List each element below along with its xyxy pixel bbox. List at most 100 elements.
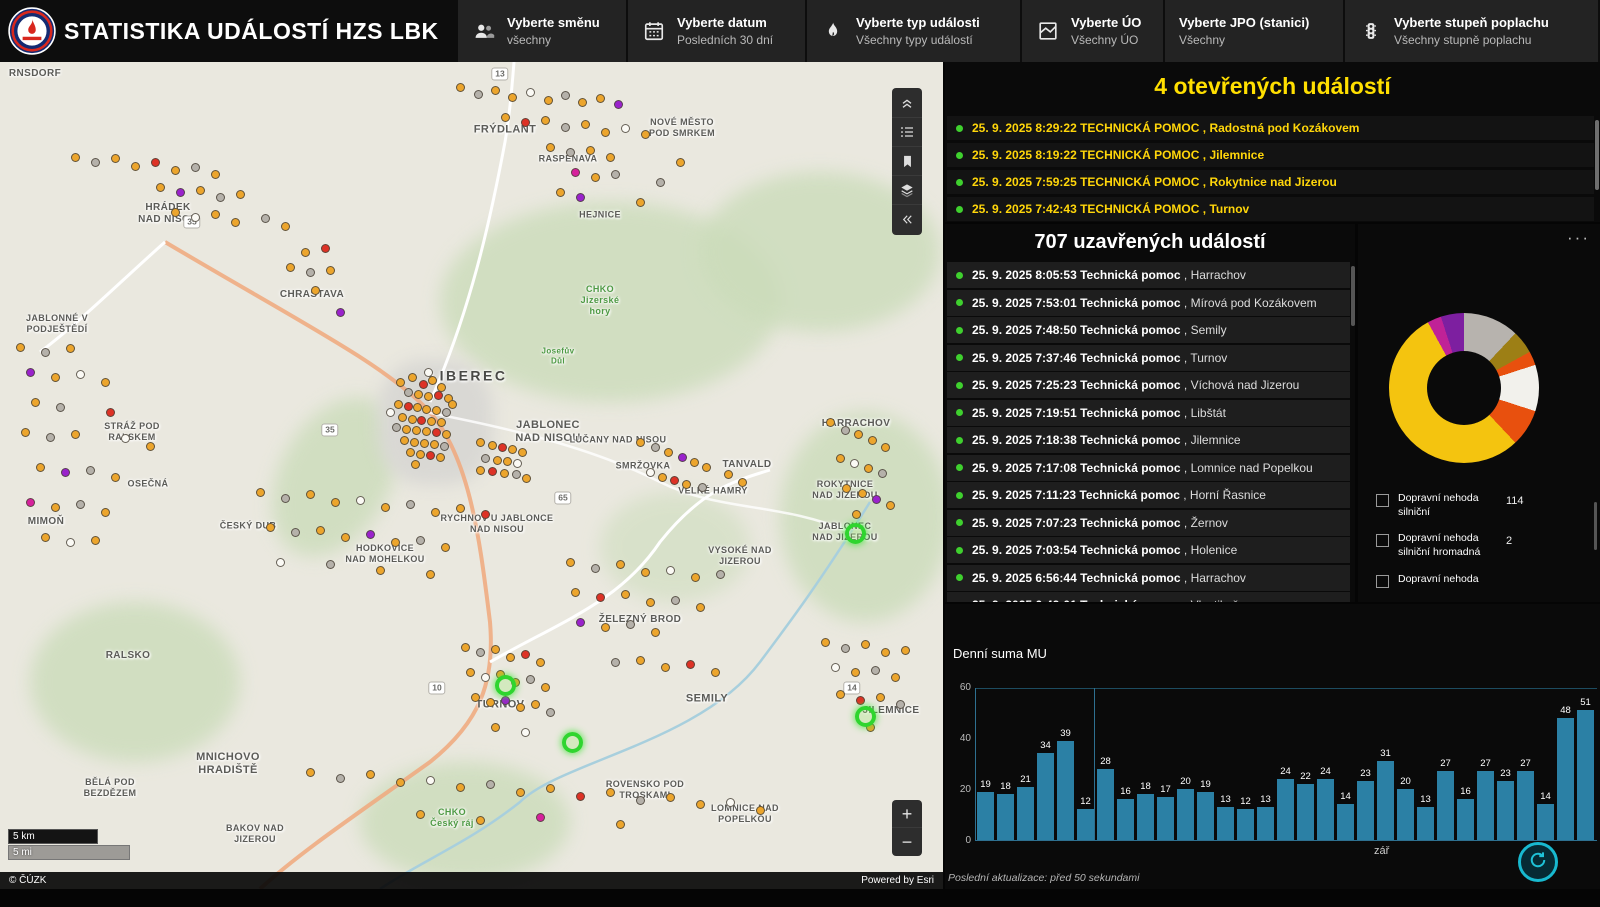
event-marker[interactable] (566, 148, 575, 157)
event-marker[interactable] (508, 93, 517, 102)
event-marker[interactable] (432, 406, 441, 415)
event-marker[interactable] (872, 495, 881, 504)
event-marker[interactable] (636, 438, 645, 447)
event-marker[interactable] (591, 564, 600, 573)
event-marker[interactable] (426, 776, 435, 785)
event-marker[interactable] (471, 693, 480, 702)
event-marker[interactable] (691, 573, 700, 582)
event-marker[interactable] (836, 454, 845, 463)
event-marker[interactable] (326, 560, 335, 569)
event-marker[interactable] (671, 596, 680, 605)
event-marker[interactable] (626, 620, 635, 629)
event-marker[interactable] (427, 417, 436, 426)
event-marker[interactable] (402, 425, 411, 434)
event-marker[interactable] (156, 183, 165, 192)
list-item[interactable]: 25. 9. 2025 7:07:23 Technická pomoc , Že… (947, 510, 1350, 536)
daily-sum-bar[interactable]: 27 (1437, 771, 1454, 840)
event-marker[interactable] (101, 378, 110, 387)
event-marker[interactable] (71, 153, 80, 162)
event-marker[interactable] (526, 88, 535, 97)
event-marker[interactable] (400, 436, 409, 445)
event-marker[interactable] (591, 173, 600, 182)
open-events-scrollbar[interactable] (1595, 120, 1599, 190)
event-marker[interactable] (396, 378, 405, 387)
event-marker[interactable] (686, 660, 695, 669)
event-marker[interactable] (416, 450, 425, 459)
event-marker[interactable] (656, 178, 665, 187)
event-marker[interactable] (546, 708, 555, 717)
event-marker[interactable] (756, 806, 765, 815)
event-marker[interactable] (821, 638, 830, 647)
event-marker[interactable] (696, 603, 705, 612)
event-marker[interactable] (621, 124, 630, 133)
event-marker[interactable] (331, 498, 340, 507)
event-marker[interactable] (886, 501, 895, 510)
event-marker[interactable] (51, 503, 60, 512)
event-marker[interactable] (864, 464, 873, 473)
event-marker[interactable] (536, 813, 545, 822)
event-marker[interactable] (491, 645, 500, 654)
daily-sum-bar[interactable]: 51 (1577, 710, 1594, 840)
event-marker[interactable] (641, 568, 650, 577)
event-marker[interactable] (419, 380, 428, 389)
event-marker[interactable] (724, 470, 733, 479)
daily-sum-bar[interactable]: 14 (1537, 804, 1554, 840)
event-marker[interactable] (666, 793, 675, 802)
event-marker[interactable] (281, 222, 290, 231)
event-marker[interactable] (461, 643, 470, 652)
event-marker[interactable] (440, 442, 449, 451)
event-marker[interactable] (501, 113, 510, 122)
daily-sum-bar[interactable]: 24 (1317, 779, 1334, 840)
event-marker[interactable] (711, 668, 720, 677)
daily-sum-bar[interactable]: 17 (1157, 797, 1174, 840)
daily-sum-bar[interactable]: 27 (1477, 771, 1494, 840)
event-marker[interactable] (601, 623, 610, 632)
event-marker[interactable] (614, 100, 623, 109)
event-marker[interactable] (891, 673, 900, 682)
event-marker[interactable] (498, 443, 507, 452)
event-marker[interactable] (636, 656, 645, 665)
event-marker[interactable] (726, 798, 735, 807)
event-marker[interactable] (571, 588, 580, 597)
event-type-donut-chart[interactable] (1389, 313, 1539, 463)
event-marker[interactable] (586, 146, 595, 155)
event-marker[interactable] (486, 698, 495, 707)
event-marker[interactable] (21, 428, 30, 437)
event-marker[interactable] (651, 443, 660, 452)
event-marker[interactable] (508, 445, 517, 454)
list-item[interactable]: 25. 9. 2025 7:03:54 Technická pomoc , Ho… (947, 537, 1350, 563)
bookmark-icon[interactable] (892, 147, 922, 176)
event-marker[interactable] (131, 162, 140, 171)
event-marker[interactable] (408, 415, 417, 424)
daily-sum-bar[interactable]: 16 (1457, 799, 1474, 840)
event-marker[interactable] (396, 778, 405, 787)
event-marker[interactable] (702, 463, 711, 472)
open-event-marker[interactable] (855, 706, 876, 727)
event-marker[interactable] (541, 116, 550, 125)
event-marker[interactable] (546, 784, 555, 793)
event-marker[interactable] (476, 648, 485, 657)
daily-sum-bar[interactable]: 28 (1097, 769, 1114, 840)
event-marker[interactable] (286, 263, 295, 272)
filter-6[interactable]: Vyberte stupeň poplachuVšechny stupně po… (1345, 0, 1598, 62)
daily-sum-bar[interactable]: 22 (1297, 784, 1314, 840)
list-item[interactable]: 25. 9. 2025 7:19:51 Technická pomoc , Li… (947, 400, 1350, 426)
event-marker[interactable] (442, 408, 451, 417)
event-marker[interactable] (881, 648, 890, 657)
daily-sum-bar[interactable]: 34 (1037, 753, 1054, 840)
event-marker[interactable] (236, 190, 245, 199)
event-marker[interactable] (61, 468, 70, 477)
event-marker[interactable] (690, 458, 699, 467)
event-marker[interactable] (31, 398, 40, 407)
event-marker[interactable] (431, 508, 440, 517)
event-marker[interactable] (901, 646, 910, 655)
event-marker[interactable] (606, 153, 615, 162)
daily-sum-bar[interactable]: 18 (997, 794, 1014, 840)
event-marker[interactable] (500, 469, 509, 478)
zoom-in-button[interactable]: + (892, 800, 922, 828)
event-marker[interactable] (151, 158, 160, 167)
event-marker[interactable] (536, 658, 545, 667)
event-marker[interactable] (881, 443, 890, 452)
filter-3[interactable]: Vyberte typ událostiVšechny typy událost… (807, 0, 1020, 62)
event-marker[interactable] (716, 570, 725, 579)
